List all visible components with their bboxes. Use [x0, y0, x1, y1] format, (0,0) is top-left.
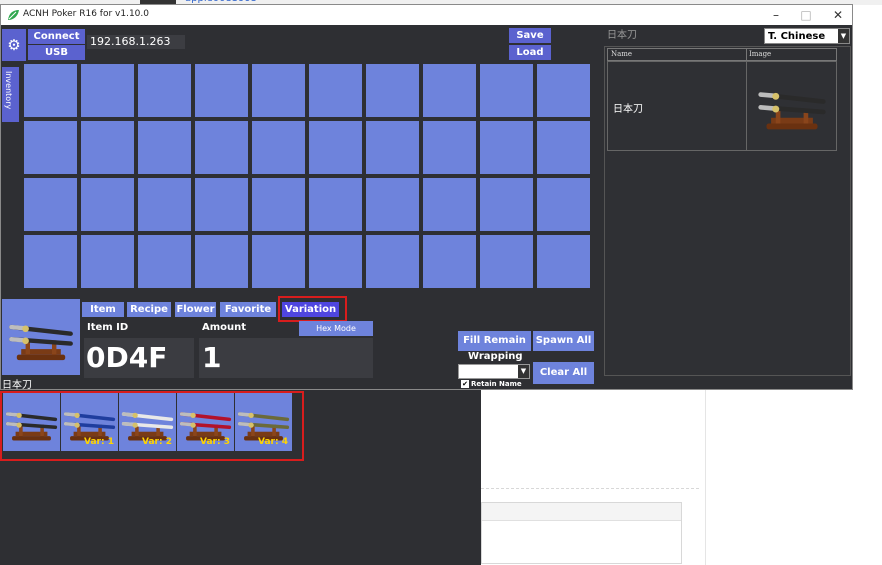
column-separator	[746, 49, 747, 60]
load-button[interactable]: Load	[509, 45, 551, 60]
connect-button[interactable]: Connect	[28, 29, 85, 44]
inventory-slot[interactable]	[537, 178, 590, 231]
tab-recipe[interactable]: Recipe	[127, 302, 171, 317]
inventory-slot[interactable]	[537, 121, 590, 174]
inventory-slot[interactable]	[81, 121, 134, 174]
inventory-slot[interactable]	[537, 235, 590, 288]
save-button[interactable]: Save	[509, 28, 551, 43]
inventory-slot[interactable]	[138, 235, 191, 288]
fill-remain-button[interactable]: Fill Remain	[458, 331, 531, 351]
maximize-button[interactable]: □	[791, 6, 821, 24]
settings-button[interactable]: ⚙	[2, 29, 26, 61]
inventory-slot[interactable]	[24, 121, 77, 174]
clear-all-button[interactable]: Clear All	[533, 362, 594, 384]
inventory-slot[interactable]	[423, 178, 476, 231]
inventory-slot[interactable]	[24, 235, 77, 288]
inventory-slot[interactable]	[252, 121, 305, 174]
inventory-slot[interactable]	[24, 178, 77, 231]
background-table	[481, 502, 682, 564]
item-id-label: Item ID	[87, 322, 129, 333]
inventory-slot[interactable]	[366, 64, 419, 117]
search-results-table: Name Image 日本刀	[604, 46, 851, 376]
selected-item-preview	[2, 299, 80, 375]
selected-item-name: 日本刀	[2, 380, 32, 391]
inventory-slot[interactable]	[423, 235, 476, 288]
chevron-down-icon: ▼	[838, 29, 849, 43]
inventory-slot[interactable]	[480, 178, 533, 231]
inventory-slot[interactable]	[81, 178, 134, 231]
inventory-slot[interactable]	[81, 64, 134, 117]
hex-mode-button[interactable]: Hex Mode	[299, 321, 373, 336]
inventory-slot[interactable]	[138, 121, 191, 174]
background-table-header	[482, 503, 681, 521]
amount-label: Amount	[202, 322, 247, 333]
inventory-slot[interactable]	[252, 178, 305, 231]
inventory-tab-label: Inventory	[4, 71, 13, 110]
tab-favorite[interactable]: Favorite	[220, 302, 276, 317]
gear-icon: ⚙	[7, 36, 21, 54]
inventory-slot[interactable]	[366, 235, 419, 288]
usb-button[interactable]: USB	[28, 45, 85, 60]
search-input[interactable]: 日本刀	[605, 28, 761, 44]
result-image	[746, 62, 837, 150]
inventory-slot[interactable]	[195, 235, 248, 288]
close-button[interactable]: ✕	[823, 6, 853, 24]
variation-highlight-box	[278, 296, 347, 322]
column-image: Image	[749, 50, 772, 58]
title-bar[interactable]: ACNH Poker R16 for v1.10.0 – □ ✕	[1, 5, 852, 25]
background-divider	[705, 390, 706, 565]
inventory-slot[interactable]	[252, 235, 305, 288]
window-title: ACNH Poker R16 for v1.10.0	[23, 9, 149, 19]
inventory-slot[interactable]	[309, 121, 362, 174]
inventory-slot[interactable]	[309, 235, 362, 288]
inventory-slot[interactable]	[138, 178, 191, 231]
ip-address-input[interactable]: 192.168.1.263	[87, 35, 185, 49]
inventory-slot[interactable]	[195, 178, 248, 231]
katana-icon	[757, 76, 827, 134]
inventory-slot[interactable]	[423, 121, 476, 174]
inventory-slot[interactable]	[195, 64, 248, 117]
app-leaf-icon	[8, 10, 19, 20]
inventory-slot[interactable]	[423, 64, 476, 117]
tab-flower[interactable]: Flower	[175, 302, 216, 317]
inventory-slot[interactable]	[24, 64, 77, 117]
inventory-tab[interactable]: Inventory	[2, 67, 19, 122]
app-window: ACNH Poker R16 for v1.10.0 – □ ✕ ⚙ Conne…	[0, 4, 853, 391]
inventory-slot[interactable]	[81, 235, 134, 288]
minimize-button[interactable]: –	[761, 6, 791, 24]
inventory-slot[interactable]	[309, 178, 362, 231]
retain-name-label: Retain Name	[471, 380, 522, 388]
inventory-slot[interactable]	[138, 64, 191, 117]
inventory-grid	[24, 64, 590, 288]
inventory-slot[interactable]	[252, 64, 305, 117]
background-dashed-line	[481, 488, 699, 489]
language-value: T. Chinese	[768, 31, 826, 42]
retain-name-checkbox[interactable]: ✔ Retain Name	[461, 380, 522, 388]
table-row[interactable]: 日本刀	[607, 61, 837, 151]
result-name: 日本刀	[613, 104, 643, 115]
amount-field[interactable]: 1	[199, 338, 373, 378]
results-header: Name Image	[607, 48, 837, 61]
spawn-all-button[interactable]: Spawn All	[533, 331, 594, 351]
chevron-down-icon: ▼	[518, 365, 529, 378]
inventory-slot[interactable]	[480, 64, 533, 117]
variations-highlight-box	[0, 391, 304, 461]
language-select[interactable]: T. Chinese ▼	[764, 28, 850, 44]
inventory-slot[interactable]	[366, 121, 419, 174]
inventory-slot[interactable]	[480, 121, 533, 174]
item-id-field[interactable]: 0D4F	[84, 338, 194, 378]
inventory-slot[interactable]	[480, 235, 533, 288]
inventory-slot[interactable]	[309, 64, 362, 117]
checkmark-icon: ✔	[461, 380, 469, 388]
tab-item[interactable]: Item	[82, 302, 124, 317]
column-name: Name	[611, 50, 633, 58]
wrapping-label: Wrapping	[468, 351, 523, 362]
inventory-slot[interactable]	[195, 121, 248, 174]
katana-icon	[8, 309, 74, 365]
inventory-slot[interactable]	[366, 178, 419, 231]
wrapping-select[interactable]: ▼	[458, 364, 530, 379]
inventory-slot[interactable]	[537, 64, 590, 117]
